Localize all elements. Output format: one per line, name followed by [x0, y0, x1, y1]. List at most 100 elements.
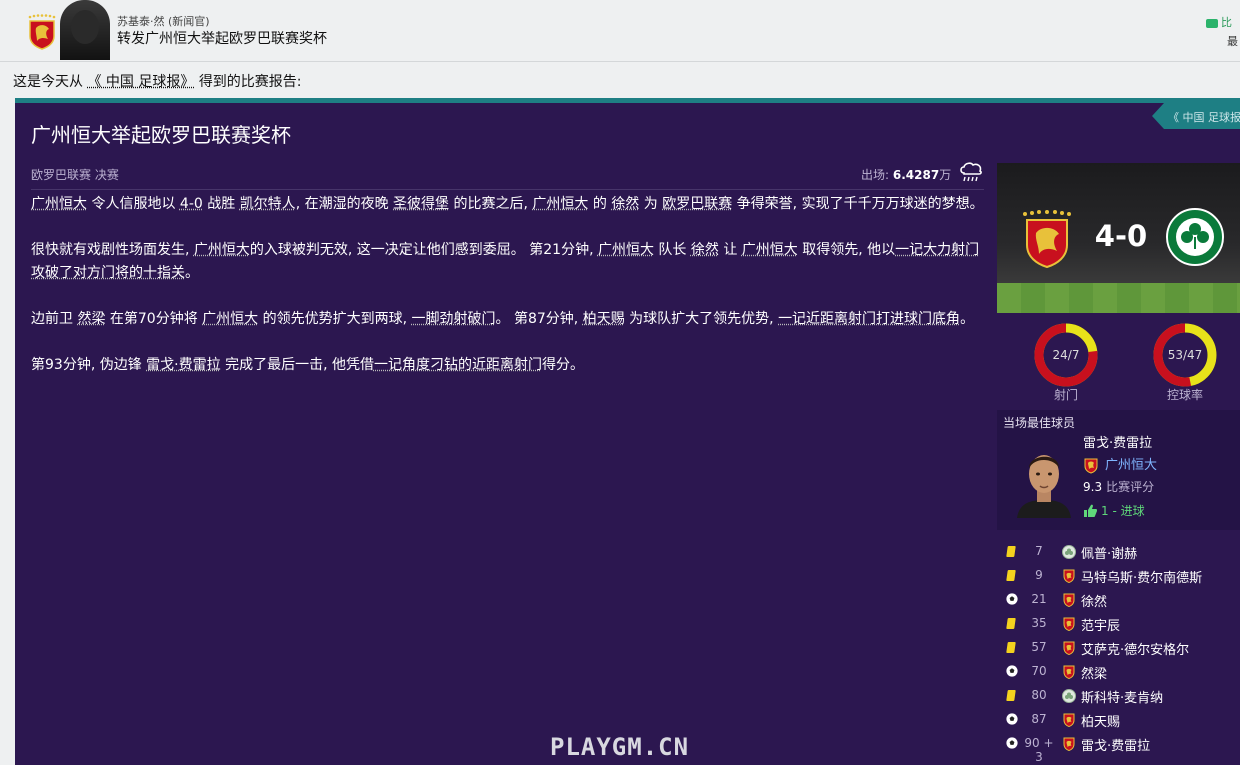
- possession-label: 控球率: [1166, 388, 1203, 402]
- event-minute: 35: [1031, 616, 1047, 630]
- article-link[interactable]: 雷戈·费雷拉: [146, 357, 220, 373]
- intro-suffix: 得到的比赛报告:: [198, 74, 302, 90]
- possession-value: 53/47: [1167, 348, 1203, 362]
- event-row[interactable]: 90 + 3 雷戈·费雷拉: [997, 732, 1240, 764]
- article-paragraph: 很快就有戏剧性场面发生, 广州恒大的入球被判无效, 这一决定让他们感到委屈。 第…: [31, 239, 987, 285]
- event-row[interactable]: 9 马特乌斯·费尔南德斯: [997, 564, 1240, 588]
- article-link[interactable]: 圣彼得堡: [393, 196, 449, 212]
- best-player-title: 当场最佳球员: [1003, 416, 1076, 430]
- header-right-tools[interactable]: 比 最: [1206, 14, 1240, 49]
- final-score: 4-0: [1094, 219, 1148, 253]
- competition-label: 欧罗巴联赛 决赛: [31, 168, 119, 182]
- header-right-sub: 最: [1227, 35, 1238, 48]
- publication-ribbon[interactable]: 《 中国 足球报: [1152, 103, 1240, 129]
- article-text: 边前卫: [31, 311, 78, 327]
- article-link[interactable]: 4-0: [180, 196, 203, 212]
- guangzhou-mini-badge-icon: [1063, 641, 1075, 655]
- publication-link[interactable]: 《 中国 足球报》: [87, 74, 194, 90]
- best-player-club[interactable]: 广州恒大: [1083, 454, 1157, 474]
- player-of-the-match[interactable]: 当场最佳球员 雷戈·费雷拉 广州恒大 9.3 比赛评分 1 - 进球: [997, 410, 1240, 530]
- article-link[interactable]: 广州恒大: [194, 242, 250, 258]
- article-link[interactable]: 徐然: [611, 196, 639, 212]
- article-paragraph: 第93分钟, 伪边锋 雷戈·费雷拉 完成了最后一击, 他凭借一记角度刁钻的近距离…: [31, 354, 987, 377]
- event-minute: 9: [1035, 568, 1043, 582]
- article-text: , 在潮湿的夜晚: [295, 196, 394, 212]
- sender-avatar: [60, 0, 110, 60]
- event-player[interactable]: 雷戈·费雷拉: [1081, 735, 1150, 754]
- article-link[interactable]: 广州恒大: [742, 242, 798, 258]
- goals-text: 1 - 进球: [1101, 504, 1145, 518]
- article-link[interactable]: 欧罗巴联赛: [662, 196, 732, 212]
- article-link[interactable]: 广州恒大: [31, 196, 87, 212]
- event-player[interactable]: 艾萨克·德尔安格尔: [1081, 639, 1189, 658]
- guangzhou-mini-badge-icon: [1063, 593, 1075, 607]
- article-link[interactable]: 广州恒大: [598, 242, 654, 258]
- celtic-badge-icon: [1166, 208, 1224, 266]
- article-text: 在第70分钟将: [105, 311, 203, 327]
- celtic-mini-badge-icon: [1062, 689, 1076, 703]
- event-row[interactable]: 21 徐然: [997, 588, 1240, 612]
- article-link[interactable]: 一脚劲射破门: [412, 311, 496, 327]
- event-player[interactable]: 徐然: [1081, 591, 1107, 610]
- event-minute: 7: [1035, 544, 1043, 558]
- article-link[interactable]: 一记近距离射门打进球门底角: [778, 311, 960, 327]
- article-text: 。: [185, 265, 199, 281]
- attendance-unit: 万: [939, 168, 952, 182]
- best-player-rating: 9.3 比赛评分: [1083, 478, 1154, 495]
- article-text: 争得荣誉, 实现了千千万万球迷的梦想。: [732, 196, 984, 212]
- event-row[interactable]: 87 柏天赐: [997, 708, 1240, 732]
- article-link[interactable]: 然梁: [77, 311, 105, 327]
- header-right-label[interactable]: 比: [1221, 16, 1232, 29]
- event-row[interactable]: 57 艾萨克·德尔安格尔: [997, 636, 1240, 660]
- article-link[interactable]: 柏天赐: [583, 311, 625, 327]
- article-link[interactable]: 广州恒大: [532, 196, 588, 212]
- event-player[interactable]: 柏天赐: [1081, 711, 1120, 730]
- article-text: 完成了最后一击, 他凭借: [220, 357, 374, 373]
- best-player-club-name[interactable]: 广州恒大: [1105, 458, 1157, 473]
- article-paragraph: 广州恒大 令人信服地以 4-0 战胜 凯尔特人, 在潮湿的夜晚 圣彼得堡 的比赛…: [31, 193, 987, 216]
- football-icon: [1006, 713, 1018, 725]
- event-row[interactable]: 80 斯科特·麦肯纳: [997, 684, 1240, 708]
- football-icon: [1006, 737, 1018, 749]
- article-text: 取得领先, 他以: [797, 242, 896, 258]
- match-events-list: 7 佩普·谢赫 9 马特乌斯·费尔南德斯 21 徐然 35 范宇辰 57 艾萨克·德尔安格尔 70 然…: [997, 540, 1240, 764]
- event-player[interactable]: 范宇辰: [1081, 615, 1120, 634]
- attendance-label: 出场:: [861, 168, 890, 182]
- player-portrait: [1017, 455, 1071, 518]
- rating-value: 9.3: [1083, 480, 1103, 494]
- pitch-grass: [997, 283, 1240, 313]
- article-text: 第93分钟, 伪边锋: [31, 357, 147, 373]
- article-text: 令人信服地以: [87, 196, 180, 212]
- article-link[interactable]: 广州恒大: [202, 311, 258, 327]
- guangzhou-mini-badge-icon: [1063, 665, 1075, 679]
- article-text: 让: [718, 242, 742, 258]
- attendance-value: 6.4287: [892, 168, 940, 182]
- event-row[interactable]: 70 然梁: [997, 660, 1240, 684]
- best-player-name[interactable]: 雷戈·费雷拉: [1083, 432, 1152, 451]
- article-text: 战胜: [202, 196, 240, 212]
- event-minute: 57: [1031, 640, 1047, 654]
- event-player[interactable]: 斯科特·麦肯纳: [1081, 687, 1163, 706]
- message-subject: 转发广州恒大举起欧罗巴联赛奖杯: [117, 31, 327, 47]
- article-link[interactable]: 一记角度刁钻的近距离射门: [374, 357, 542, 373]
- guangzhou-mini-badge-icon: [1084, 458, 1098, 474]
- yellow-card-icon: [1006, 570, 1016, 581]
- guangzhou-mini-badge-icon: [1063, 713, 1075, 727]
- yellow-card-icon: [1006, 618, 1016, 629]
- article-text: 。 第87分钟,: [495, 311, 583, 327]
- event-row[interactable]: 7 佩普·谢赫: [997, 540, 1240, 564]
- event-row[interactable]: 35 范宇辰: [997, 612, 1240, 636]
- scoreboard[interactable]: 4-0: [997, 163, 1240, 313]
- article-text: 得分。: [541, 357, 584, 373]
- sender-name[interactable]: 苏基泰·然 (新闻官): [117, 13, 210, 29]
- rating-label: 比赛评分: [1106, 480, 1155, 494]
- thumbs-up-icon: [1084, 504, 1097, 517]
- guangzhou-mini-badge-icon: [1063, 617, 1075, 631]
- event-player[interactable]: 马特乌斯·费尔南德斯: [1081, 567, 1202, 586]
- event-player[interactable]: 佩普·谢赫: [1081, 543, 1137, 562]
- event-player[interactable]: 然梁: [1081, 663, 1107, 682]
- best-player-goals: 1 - 进球: [1083, 502, 1145, 519]
- event-minute: 90 + 3: [1024, 736, 1054, 764]
- article-link[interactable]: 凯尔特人: [240, 196, 296, 212]
- article-link[interactable]: 徐然: [691, 242, 719, 258]
